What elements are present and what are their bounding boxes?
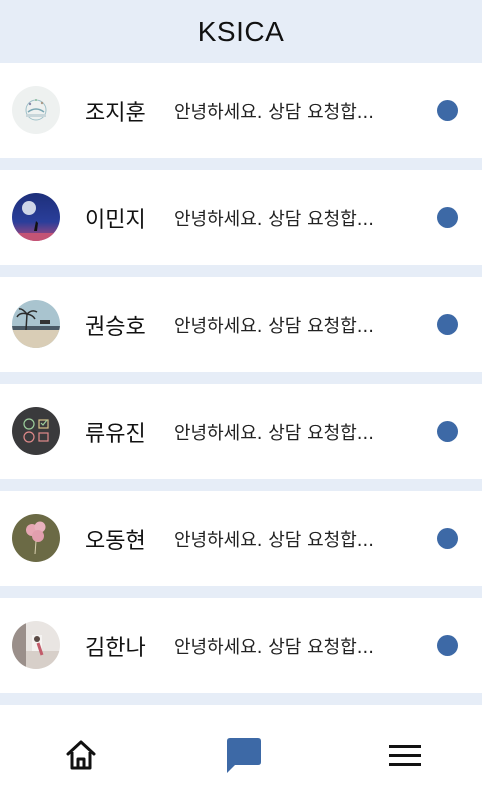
unread-dot (437, 314, 458, 335)
unread-dot (437, 100, 458, 121)
menu-icon (389, 745, 421, 766)
avatar (12, 300, 60, 348)
contact-name: 김한나 (85, 635, 146, 661)
contact-name: 류유진 (85, 421, 146, 447)
conversation-item[interactable]: 이민지 안녕하세요. 상담 요청합... (0, 170, 482, 265)
conversation-list: 조지훈 안녕하세요. 상담 요청합... 이민지 안녕하세요. 상담 요청합..… (0, 63, 482, 705)
contact-name: 권승호 (85, 314, 146, 340)
message-preview: 안녕하세요. 상담 요청합... (174, 636, 374, 658)
message-preview: 안녕하세요. 상담 요청합... (174, 101, 374, 123)
unread-dot (437, 207, 458, 228)
message-preview: 안녕하세요. 상담 요청합... (174, 208, 374, 230)
conversation-item[interactable]: 류유진 안녕하세요. 상담 요청합... (0, 384, 482, 479)
contact-name: 오동현 (85, 528, 146, 554)
message-preview: 안녕하세요. 상담 요청합... (174, 529, 374, 551)
avatar (12, 621, 60, 669)
avatar (12, 86, 60, 134)
message-preview: 안녕하세요. 상담 요청합... (174, 315, 374, 337)
home-button[interactable] (61, 735, 101, 775)
avatar (12, 514, 60, 562)
avatar (12, 407, 60, 455)
conversation-item[interactable]: 조지훈 안녕하세요. 상담 요청합... (0, 63, 482, 158)
app-title: KSICA (197, 15, 285, 47)
contact-name: 조지훈 (85, 100, 146, 126)
home-icon (66, 740, 96, 770)
conversation-item[interactable]: 권승호 안녕하세요. 상담 요청합... (0, 277, 482, 372)
app-header: KSICA (0, 0, 482, 63)
unread-dot (437, 421, 458, 442)
conversation-item[interactable]: 오동현 안녕하세요. 상담 요청합... (0, 491, 482, 586)
unread-dot (437, 528, 458, 549)
message-preview: 안녕하세요. 상담 요청합... (174, 422, 374, 444)
unread-dot (437, 635, 458, 656)
avatar (12, 193, 60, 241)
conversation-item[interactable]: 김한나 안녕하세요. 상담 요청합... (0, 598, 482, 693)
contact-name: 이민지 (85, 207, 146, 233)
chat-button[interactable] (223, 735, 263, 775)
menu-button[interactable] (385, 735, 425, 775)
chat-icon (227, 738, 261, 773)
bottom-nav (0, 705, 482, 802)
